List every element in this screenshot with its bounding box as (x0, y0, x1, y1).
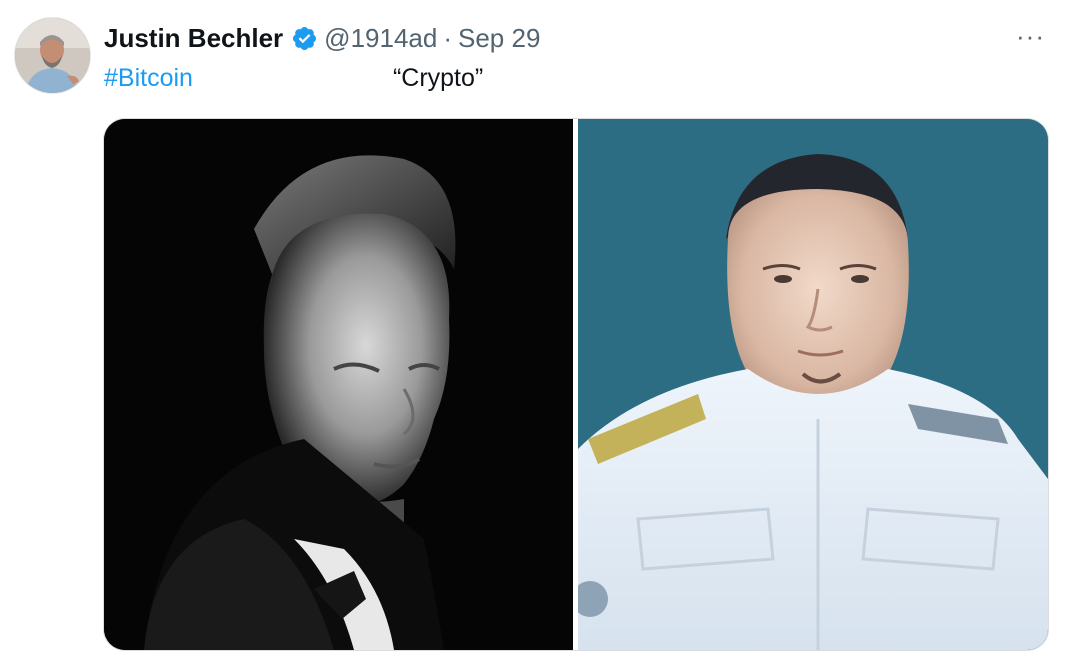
author-name[interactable]: Justin Bechler (104, 22, 283, 54)
photo-left[interactable] (104, 119, 573, 650)
bw-portrait-image (104, 119, 573, 650)
tweet-body-text: “Crypto” (392, 64, 484, 92)
tweet-media (103, 118, 1049, 651)
hashtag-link[interactable]: #Bitcoin (104, 64, 193, 92)
author-avatar[interactable] (14, 17, 91, 94)
tweet-header: Justin Bechler @1914ad · Sep 29 (104, 22, 540, 54)
tweet-date[interactable]: Sep 29 (458, 22, 540, 54)
uniform-portrait-image (578, 119, 1048, 650)
verified-badge-icon (291, 25, 318, 52)
more-options-icon[interactable]: ··· (1016, 22, 1045, 50)
photo-right[interactable] (578, 119, 1048, 650)
author-handle[interactable]: @1914ad (324, 22, 437, 54)
avatar-portrait (15, 18, 90, 93)
tweet-text: #Bitcoin “Crypto” (104, 63, 483, 93)
header-separator: · (443, 23, 452, 53)
